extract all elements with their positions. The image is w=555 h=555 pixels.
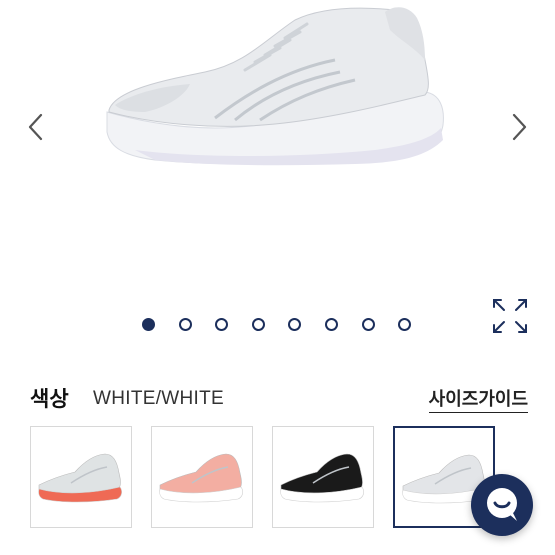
color-swatch-pink-white-sole[interactable]: [151, 426, 253, 528]
color-value: WHITE/WHITE: [93, 388, 225, 409]
carousel-dot[interactable]: [288, 318, 302, 331]
color-section: 색상 WHITE/WHITE 사이즈가이드: [30, 382, 530, 413]
carousel-dot[interactable]: [215, 318, 229, 331]
expand-fullscreen-icon[interactable]: [490, 296, 530, 336]
color-swatch-black-white-sole[interactable]: [272, 426, 374, 528]
carousel-dot[interactable]: [398, 318, 412, 331]
carousel-dot[interactable]: [178, 318, 192, 331]
shoe-thumbnail-image: [159, 453, 243, 503]
carousel-dot[interactable]: [324, 318, 338, 331]
chat-bubble-icon: [487, 488, 517, 521]
shoe-thumbnail-image: [38, 453, 122, 503]
color-swatch-light-grey-coral-sole[interactable]: [30, 426, 132, 528]
product-image-gallery: [0, 0, 555, 333]
size-guide-link[interactable]: 사이즈가이드: [428, 385, 528, 413]
color-title: 색상: [30, 388, 69, 411]
carousel-dot[interactable]: [361, 318, 375, 331]
product-image: [106, 7, 444, 166]
chat-button[interactable]: [471, 474, 533, 536]
shoe-thumbnail-image: [280, 453, 364, 503]
next-image-arrow-icon[interactable]: [505, 110, 533, 144]
carousel-dot[interactable]: [142, 318, 155, 331]
carousel-dot[interactable]: [251, 318, 265, 331]
carousel-indicator: [142, 318, 435, 336]
previous-image-arrow-icon[interactable]: [22, 110, 50, 144]
